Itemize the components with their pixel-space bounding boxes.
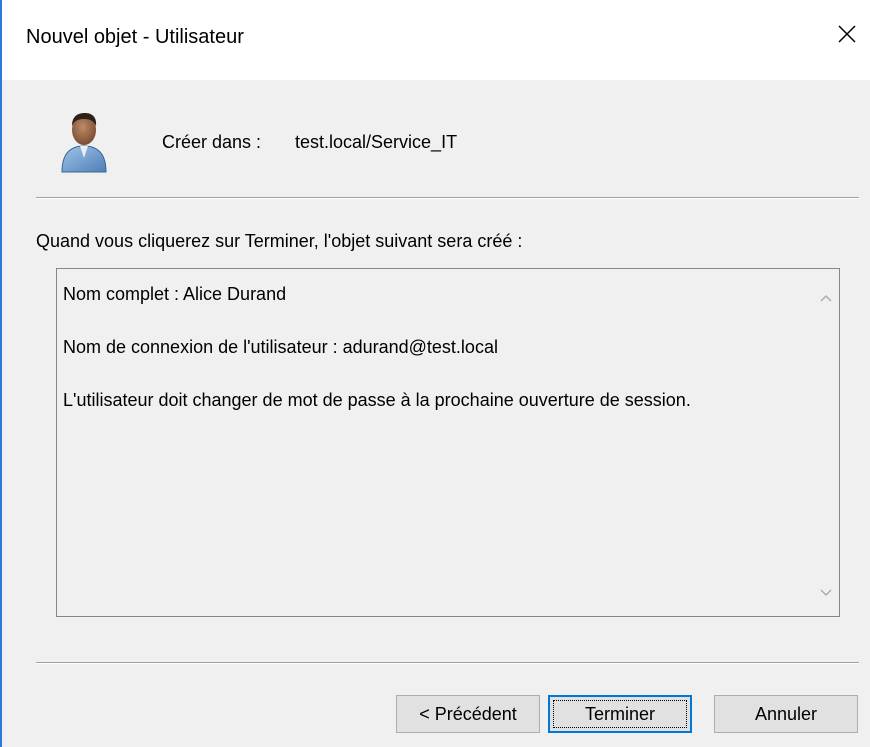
dialog-header: Créer dans : test.local/Service_IT [2,80,870,200]
footer-separator [36,662,859,664]
cancel-button[interactable]: Annuler [714,695,858,733]
scroll-up-button[interactable] [817,289,835,307]
chevron-up-icon [820,295,832,302]
window-title: Nouvel objet - Utilisateur [26,26,244,48]
new-user-dialog: Nouvel objet - Utilisateur Créer dans: … [0,0,870,747]
close-icon [838,25,856,43]
title-bar: Nouvel objet - Utilisateur [2,0,870,80]
summary-line-full-name: Nom complet : Alice Durand [63,284,287,304]
user-icon [61,113,107,173]
summary-textbox[interactable]: Nom complet : Alice Durand Nom de connex… [56,268,840,617]
focus-ring [553,700,687,728]
summary-line-password-change: L'utilisateur doit changer de mot de pas… [63,390,691,410]
summary-content: Nom complet : Alice Durand Nom de connex… [57,269,813,616]
close-button[interactable] [824,10,870,58]
create-in-path: test.local/Service_IT [295,132,458,152]
vertical-scrollbar[interactable] [813,269,839,616]
chevron-down-icon [820,589,832,596]
header-separator [36,197,859,199]
create-in-label: Créer dans : [162,132,262,152]
summary-line-logon-name: Nom de connexion de l'utilisateur : adur… [63,337,498,357]
previous-button[interactable]: < Précédent [396,695,540,733]
scroll-down-button[interactable] [817,584,835,602]
intro-text: Quand vous cliquerez sur Terminer, l'obj… [36,231,523,251]
finish-button[interactable]: Terminer [548,695,692,733]
